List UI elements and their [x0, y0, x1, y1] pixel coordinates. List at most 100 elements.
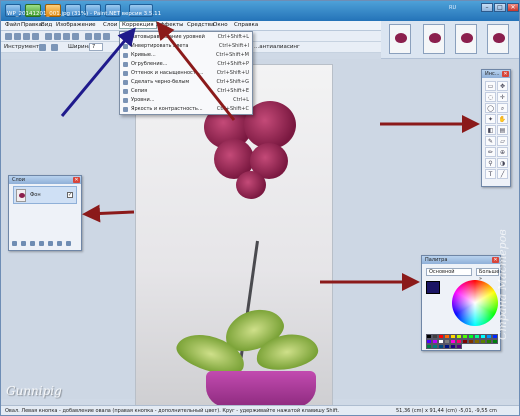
zoom-icon[interactable]: ⌕	[497, 103, 508, 113]
ellipse-select-icon[interactable]: ◯	[485, 103, 496, 113]
cut-icon[interactable]	[45, 33, 52, 40]
menu-brightness-contrast[interactable]: Яркость и контрастность... Ctrl+Shift+C	[123, 106, 251, 113]
width-input[interactable]: 7	[89, 43, 103, 51]
bead-flower-lobe	[236, 171, 266, 199]
pan-icon[interactable]: ✋	[497, 114, 508, 124]
site-watermark: Страна Мастеров	[496, 229, 509, 340]
title-bar: WP_20141201_001.jpg (31%) - Paint.NET ве…	[1, 1, 519, 21]
palette-colors	[426, 334, 498, 349]
magic-wand-icon[interactable]: ✦	[485, 114, 496, 124]
move-down-icon[interactable]	[57, 241, 62, 246]
menu-view[interactable]: Вид	[41, 22, 52, 28]
black-white-icon	[123, 80, 128, 85]
color-mode-select[interactable]: Основной	[426, 268, 472, 276]
minimize-button[interactable]: –	[481, 3, 493, 12]
palette-panel: Палитра ✕ Основной Больше »	[421, 255, 501, 351]
app-window: WP_20141201_001.jpg (31%) - Paint.NET ве…	[0, 0, 520, 416]
clone-stamp-icon[interactable]: ⊕	[497, 147, 508, 157]
copy-icon[interactable]	[54, 33, 61, 40]
palette-color-chip[interactable]	[456, 344, 462, 349]
ellipse-tool-icon[interactable]	[39, 44, 46, 51]
image-thumbnails	[381, 21, 519, 59]
antialias-label[interactable]: ...антиалиасинг	[254, 44, 300, 50]
move-icon[interactable]: ✥	[497, 81, 508, 91]
hue-saturation-icon	[123, 71, 128, 76]
new-icon[interactable]	[5, 33, 12, 40]
paintbrush-icon[interactable]: ✎	[485, 136, 496, 146]
move-selection-icon[interactable]: ✛	[497, 92, 508, 102]
grid-icon[interactable]	[103, 33, 110, 40]
open-icon[interactable]	[14, 33, 21, 40]
layers-toolbar	[12, 241, 78, 247]
duplicate-layer-icon[interactable]	[30, 241, 35, 246]
save-icon[interactable]	[23, 33, 30, 40]
menu-posterize[interactable]: Огрубление... Ctrl+Shift+P	[123, 61, 251, 68]
curves-icon	[123, 53, 128, 58]
menu-file[interactable]: Файл	[5, 22, 20, 28]
canvas-image[interactable]	[135, 64, 333, 406]
pencil-icon[interactable]: ✏	[485, 147, 496, 157]
menu-tools[interactable]: Средства	[187, 22, 214, 28]
close-icon[interactable]: ✕	[73, 177, 80, 183]
text-icon[interactable]: T	[485, 169, 496, 179]
recolor-icon[interactable]: ◑	[497, 158, 508, 168]
color-picker-icon[interactable]: ⚲	[485, 158, 496, 168]
eraser-icon[interactable]: ▱	[497, 136, 508, 146]
menu-levels[interactable]: Уровни... Ctrl+L	[123, 97, 251, 104]
redo-icon[interactable]	[94, 33, 101, 40]
print-icon[interactable]	[32, 33, 39, 40]
merge-layer-icon[interactable]	[39, 241, 44, 246]
palette-panel-title[interactable]: Палитра	[422, 256, 500, 264]
gradient-icon[interactable]: ▤	[497, 125, 508, 135]
layer-visibility-checkbox[interactable]: ✓	[67, 192, 73, 198]
close-icon[interactable]: ✕	[502, 71, 509, 77]
layer-name: Фон	[30, 192, 41, 198]
menu-window[interactable]: Окно	[213, 22, 228, 28]
menu-effects[interactable]: Эффекты	[156, 22, 184, 28]
layer-thumbnail	[16, 189, 26, 202]
brush-icon[interactable]	[51, 44, 58, 51]
signature-watermark: Gunnipig	[6, 384, 62, 398]
image-thumbnail[interactable]	[487, 24, 509, 54]
menu-layers[interactable]: Слои	[103, 22, 117, 28]
paint-bucket-icon[interactable]: ◧	[485, 125, 496, 135]
menu-adjustments[interactable]: Коррекция	[119, 21, 157, 29]
auto-level-icon	[123, 35, 128, 40]
menu-auto-level[interactable]: Автовыравнивание уровней Ctrl+Shift+L	[123, 34, 251, 41]
image-thumbnail[interactable]	[389, 24, 411, 54]
adjustments-menu: Автовыравнивание уровней Ctrl+Shift+L Ин…	[119, 31, 253, 115]
move-up-icon[interactable]	[48, 241, 53, 246]
tools-panel: Инс... ✕ ▭ ✥ ◌ ✛ ◯ ⌕ ✦ ✋ ◧ ▤ ✎ ▱ ✏ ⊕ ⚲ ◑…	[481, 69, 511, 187]
menu-invert-colors[interactable]: Инвертировать цвета Ctrl+Shift+I	[123, 43, 251, 50]
color-wheel[interactable]	[452, 280, 498, 326]
image-thumbnail[interactable]	[455, 24, 477, 54]
paste-icon[interactable]	[63, 33, 70, 40]
rectangle-select-icon[interactable]: ▭	[485, 81, 496, 91]
lasso-icon[interactable]: ◌	[485, 92, 496, 102]
crop-icon[interactable]	[72, 33, 79, 40]
add-layer-icon[interactable]	[12, 241, 17, 246]
flower-pot	[206, 371, 316, 405]
menu-help[interactable]: Справка	[234, 22, 258, 28]
menu-black-and-white[interactable]: Сделать черно-белым Ctrl+Shift+G	[123, 79, 251, 86]
menu-edit[interactable]: Правка	[21, 22, 42, 28]
menu-sepia[interactable]: Сепия Ctrl+Shift+E	[123, 88, 251, 95]
undo-icon[interactable]	[85, 33, 92, 40]
layer-row[interactable]: Фон ✓	[13, 186, 77, 204]
image-thumbnail[interactable]	[423, 24, 445, 54]
maximize-button[interactable]: □	[494, 3, 506, 12]
menu-curves[interactable]: Кривые... Ctrl+Shift+M	[123, 52, 251, 59]
layers-panel-title[interactable]: Слои	[9, 176, 81, 184]
status-coordinates: 51,36 (cm) x 91,44 (cm) -5,01, -9,55 cm	[396, 408, 497, 414]
primary-color-swatch[interactable]	[426, 281, 440, 294]
menu-image[interactable]: Изображение	[56, 22, 96, 28]
layer-properties-icon[interactable]	[66, 241, 71, 246]
posterize-icon	[123, 62, 128, 67]
close-button[interactable]: ✕	[507, 3, 519, 12]
language-indicator[interactable]: RU	[449, 5, 456, 11]
line-icon[interactable]: ╱	[497, 169, 508, 179]
status-hint: Овал. Левая кнопка - добавление овала (п…	[5, 408, 340, 414]
status-bar: Овал. Левая кнопка - добавление овала (п…	[1, 405, 519, 415]
delete-layer-icon[interactable]	[21, 241, 26, 246]
menu-hue-saturation[interactable]: Оттенок и насыщенность... Ctrl+Shift+U	[123, 70, 251, 77]
